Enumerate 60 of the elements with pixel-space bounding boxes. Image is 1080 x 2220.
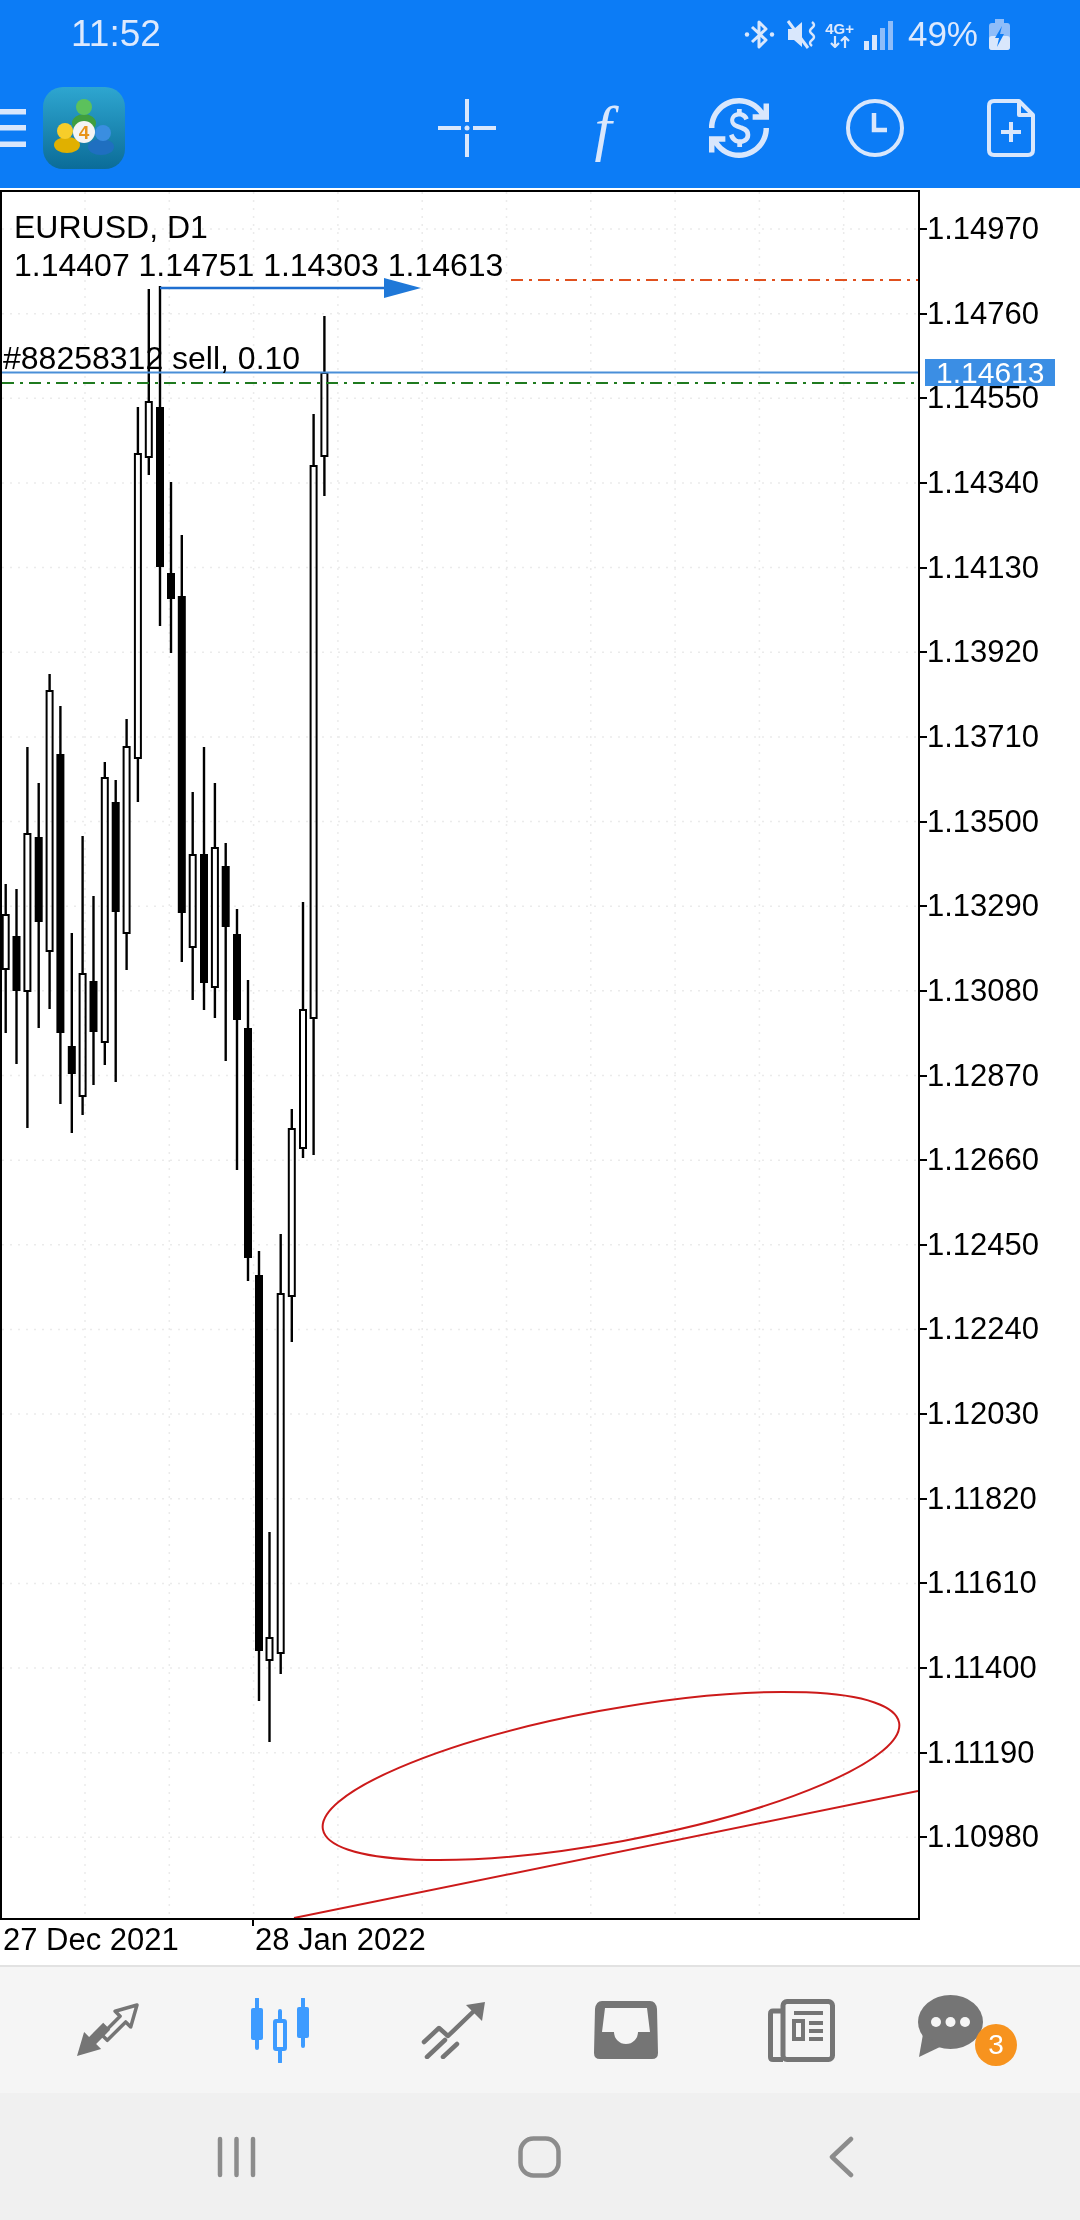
new-order-button[interactable] bbox=[987, 99, 1035, 157]
price-label: 1.14970 bbox=[927, 217, 1040, 241]
trade-button[interactable] bbox=[709, 98, 769, 158]
price-label: 1.14130 bbox=[927, 555, 1040, 580]
app-logo: 4 bbox=[43, 87, 125, 169]
home-button[interactable] bbox=[518, 2135, 561, 2178]
unread-badge: 3 bbox=[975, 2024, 1017, 2066]
battery-percent: 49% bbox=[907, 14, 978, 54]
price-label: 1.12870 bbox=[927, 1063, 1040, 1088]
network-type: 4G+ bbox=[825, 20, 854, 36]
recents-button[interactable] bbox=[217, 2135, 256, 2178]
recents-icon bbox=[217, 2135, 256, 2178]
data-arrows-icon bbox=[829, 35, 850, 48]
price-label: 1.12240 bbox=[927, 1317, 1040, 1342]
price-label: 1.11610 bbox=[927, 1571, 1037, 1596]
price-label: 1.12030 bbox=[927, 1402, 1040, 1427]
newspaper-icon bbox=[768, 1998, 835, 2062]
battery-icon bbox=[988, 18, 1011, 50]
document-plus-icon bbox=[987, 99, 1035, 157]
back-button[interactable] bbox=[828, 2135, 854, 2178]
price-label: 1.13710 bbox=[927, 724, 1040, 749]
price-label: 1.11190 bbox=[927, 1740, 1035, 1765]
home-icon bbox=[518, 2135, 561, 2178]
crosshair-icon bbox=[438, 99, 496, 157]
menu-button[interactable] bbox=[0, 109, 26, 147]
nav-tab[interactable] bbox=[421, 2001, 486, 2059]
price-label: 1.11820 bbox=[927, 1486, 1037, 1511]
nav-tab[interactable] bbox=[768, 1998, 835, 2062]
date-label: 28 Jan 2022 bbox=[255, 1925, 426, 1955]
nav-tab[interactable]: 3 bbox=[918, 1994, 1017, 2066]
nav-tab[interactable] bbox=[594, 2001, 658, 2059]
date-label: 27 Dec 2021 bbox=[3, 1925, 179, 1955]
ohlc-values: 1.14407 1.14751 1.14303 1.14613 bbox=[14, 252, 504, 279]
currency-exchange-icon bbox=[709, 98, 769, 158]
price-label: 1.13500 bbox=[927, 809, 1040, 834]
clock-time: 11:52 bbox=[71, 14, 161, 54]
trend-arrow-icon bbox=[421, 2001, 486, 2059]
back-icon bbox=[828, 2135, 854, 2178]
crosshair-button[interactable] bbox=[438, 99, 496, 157]
bluetooth-icon bbox=[744, 18, 776, 50]
price-label: 1.14760 bbox=[927, 301, 1040, 326]
price-label: 1.10980 bbox=[927, 1825, 1040, 1850]
menu-icon bbox=[0, 109, 26, 147]
price-label: 1.14550 bbox=[927, 386, 1040, 411]
inbox-icon bbox=[594, 2001, 658, 2059]
current-price-tag: 1.14613 bbox=[925, 359, 1056, 386]
chart-symbol: EURUSD, D1 bbox=[14, 211, 208, 243]
arrows-icon bbox=[74, 2001, 140, 2059]
price-label: 1.13080 bbox=[927, 978, 1040, 1003]
price-label: 1.14340 bbox=[927, 470, 1040, 495]
signal-icon bbox=[863, 18, 895, 50]
price-label: 1.11400 bbox=[927, 1656, 1037, 1681]
history-button[interactable] bbox=[846, 99, 904, 157]
clock-icon bbox=[846, 99, 904, 157]
chat-bubble-icon bbox=[918, 1994, 983, 2057]
price-label: 1.13920 bbox=[927, 640, 1040, 665]
price-label: 1.13290 bbox=[927, 894, 1040, 919]
nav-tab[interactable] bbox=[74, 2001, 140, 2059]
price-label: 1.12450 bbox=[927, 1232, 1040, 1257]
price-label: 1.12660 bbox=[927, 1148, 1040, 1173]
